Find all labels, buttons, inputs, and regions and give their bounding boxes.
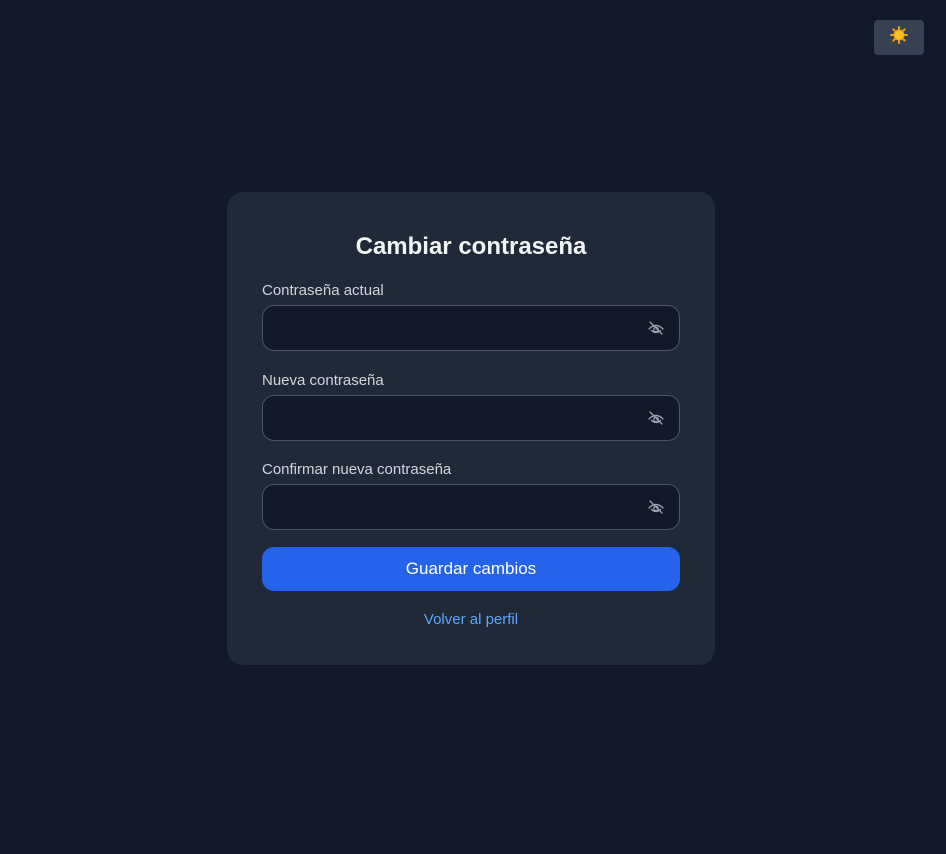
- eye-off-icon[interactable]: [647, 409, 665, 427]
- eye-off-icon[interactable]: [647, 498, 665, 516]
- new-password-wrapper: [262, 395, 680, 441]
- save-changes-button[interactable]: Guardar cambios: [262, 547, 680, 591]
- theme-toggle-button[interactable]: [874, 20, 924, 55]
- eye-off-icon[interactable]: [647, 319, 665, 337]
- current-password-field: Contraseña actual: [262, 282, 680, 351]
- current-password-label: Contraseña actual: [262, 282, 384, 299]
- confirm-password-input[interactable]: [263, 485, 679, 529]
- confirm-password-wrapper: [262, 484, 680, 530]
- page-title: Cambiar contraseña: [355, 233, 587, 260]
- back-to-profile-link[interactable]: Volver al perfil: [227, 610, 715, 630]
- new-password-field: Nueva contraseña: [262, 372, 680, 441]
- current-password-wrapper: [262, 305, 680, 351]
- confirm-password-field: Confirmar nueva contraseña: [262, 461, 680, 530]
- new-password-label: Nueva contraseña: [262, 372, 384, 389]
- change-password-card: Cambiar contraseña Contraseña actual Nue…: [227, 192, 715, 665]
- confirm-password-label: Confirmar nueva contraseña: [262, 461, 452, 478]
- current-password-input[interactable]: [263, 306, 679, 350]
- new-password-input[interactable]: [263, 396, 679, 440]
- sun-icon: [890, 26, 908, 49]
